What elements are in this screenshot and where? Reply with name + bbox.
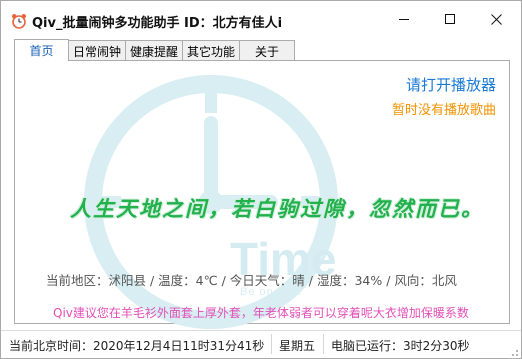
status-separator [271, 334, 272, 354]
minimize-button[interactable] [381, 1, 427, 37]
tab-other-functions[interactable]: 其它功能 [182, 40, 240, 61]
window-title: Qiv_批量闹钟多功能助手 ID：北方有佳人i [32, 16, 283, 31]
minimize-icon [399, 14, 409, 24]
weather-info: 当前地区：沭阳县 / 温度：4℃ / 今日天气：晴 / 湿度：34% / 风向：… [46, 273, 457, 288]
app-window: Qiv_批量闹钟多功能助手 ID：北方有佳人i 首页 日常闹钟 健康提醒 其它功… [0, 0, 522, 359]
title-bar[interactable]: Qiv_批量闹钟多功能助手 ID：北方有佳人i [1, 1, 521, 39]
clothing-advice: Qiv建议您在羊毛衫外面套上厚外套，年老体弱者可以穿着呢大衣增加保暖系数 [53, 306, 469, 320]
beijing-time: 当前北京时间：2020年12月4日11时31分41秒 [9, 339, 265, 353]
now-playing-status: 暂时没有播放歌曲 [391, 103, 496, 118]
open-player-link[interactable]: 请打开播放器 [406, 74, 496, 95]
tab-daily-alarm[interactable]: 日常闹钟 [68, 40, 126, 61]
tab-home[interactable]: 首页 [14, 39, 69, 61]
maximize-icon [445, 14, 455, 24]
weekday: 星期五 [279, 339, 316, 353]
tab-about[interactable]: 关于 [239, 40, 295, 61]
home-panel: Time Be on time 请打开播放器 暂时没有播放歌曲 人生天地之间，若… [14, 60, 510, 329]
resize-grip-icon[interactable] [508, 345, 518, 359]
close-icon [490, 13, 502, 25]
quote-text: 人生天地之间，若白驹过隙，忽然而已。 [70, 196, 484, 221]
alarm-clock-icon [11, 13, 27, 29]
status-separator [323, 334, 324, 354]
uptime: 电脑已运行：3时2分30秒 [331, 339, 470, 353]
tab-strip: 首页 日常闹钟 健康提醒 其它功能 关于 [14, 39, 295, 61]
maximize-button[interactable] [427, 1, 473, 37]
close-button[interactable] [473, 1, 519, 37]
tab-health-reminder[interactable]: 健康提醒 [125, 40, 183, 61]
